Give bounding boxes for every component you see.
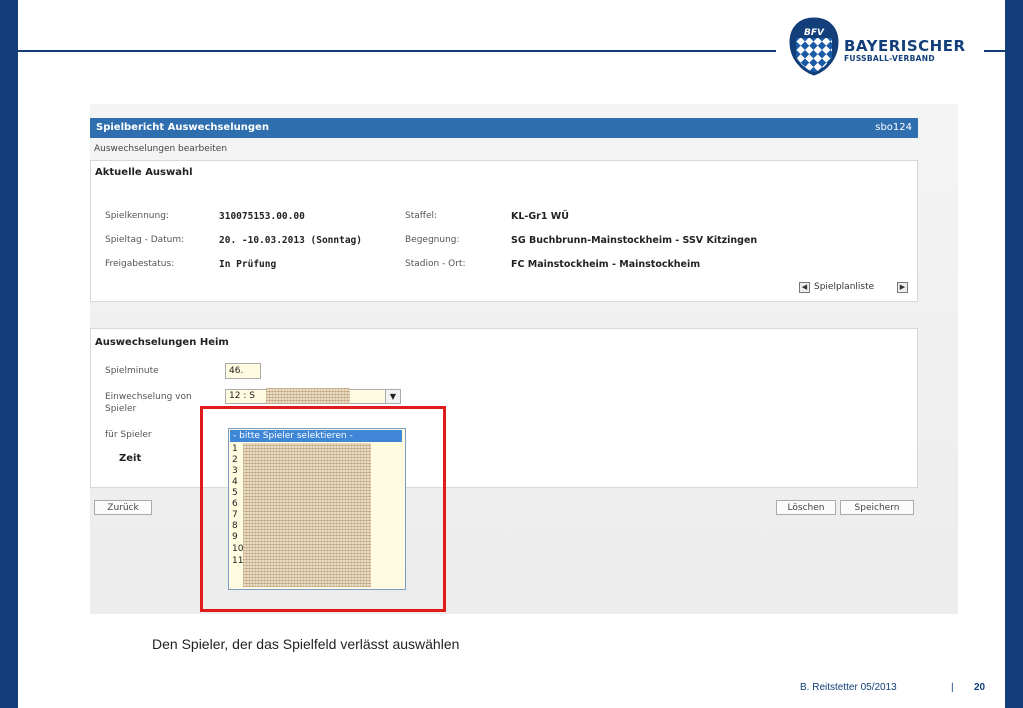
next-arrow-icon[interactable]: ▶ [897, 282, 908, 293]
back-button[interactable]: Zurück [94, 500, 152, 515]
bfv-emblem-icon: BFV [789, 17, 839, 76]
field-label: Staffel: [405, 211, 438, 221]
field-value: 310075153.00.00 [219, 211, 305, 222]
header-rule [18, 50, 776, 52]
chevron-down-icon[interactable]: ▼ [385, 390, 400, 403]
in-player-select[interactable]: 12 : S ▼ [225, 388, 401, 404]
field-value: SG Buchbrunn-Mainstockheim - SSV Kitzing… [511, 235, 758, 246]
page-number: 20 [974, 682, 986, 693]
window-titlebar: Spielbericht Auswechselungen sbo124 [90, 118, 918, 138]
redaction-block [266, 388, 350, 404]
bfv-logo: BFV BAYERISCHER FUSSBALL-VERBAND [788, 16, 978, 86]
brand-line1: BAYERISCHER [844, 37, 966, 55]
window-title: Spielbericht Auswechselungen [96, 122, 269, 133]
highlight-box [200, 406, 446, 612]
field-label: Stadion - Ort: [405, 259, 466, 269]
header-rule-right [984, 50, 1005, 52]
prev-arrow-icon[interactable]: ◀ [799, 282, 810, 293]
window-code: sbo124 [875, 122, 912, 133]
right-border [1005, 0, 1023, 708]
current-heading: Aktuelle Auswahl [95, 167, 193, 178]
field-label: Freigabestatus: [105, 259, 175, 269]
subs-heading: Auswechselungen Heim [95, 337, 229, 348]
slide-caption: Den Spieler, der das Spielfeld verlässt … [152, 636, 460, 652]
footer-author: B. Reitstetter 05/2013 [800, 682, 897, 693]
current-selection-panel: Aktuelle Auswahl Spielkennung: 310075153… [90, 160, 918, 302]
footer-separator: | [951, 682, 954, 693]
brand-line2: FUSSBALL-VERBAND [844, 54, 935, 63]
minute-label: Spielminute [105, 366, 159, 376]
field-value: FC Mainstockheim - Mainstockheim [511, 259, 701, 270]
minute-input[interactable]: 46. [225, 363, 261, 379]
left-border [0, 0, 18, 708]
field-value: In Prüfung [219, 259, 277, 270]
in-player-value: 12 : S [229, 391, 255, 401]
out-player-label: für Spieler [105, 430, 152, 440]
field-value: 20. -10.03.2013 (Sonntag) [219, 235, 362, 246]
field-label: Spielkennung: [105, 211, 169, 221]
spielplanliste-link[interactable]: Spielplanliste [814, 282, 874, 292]
emblem-text: BFV [804, 28, 825, 38]
field-value: KL-Gr1 WÜ [511, 211, 569, 222]
page-subtitle: Auswechselungen bearbeiten [94, 144, 228, 154]
delete-button[interactable]: Löschen [776, 500, 836, 515]
field-label: Begegnung: [405, 235, 460, 245]
field-label: Spieltag - Datum: [105, 235, 185, 245]
save-button[interactable]: Speichern [840, 500, 914, 515]
time-label: Zeit [119, 453, 142, 464]
